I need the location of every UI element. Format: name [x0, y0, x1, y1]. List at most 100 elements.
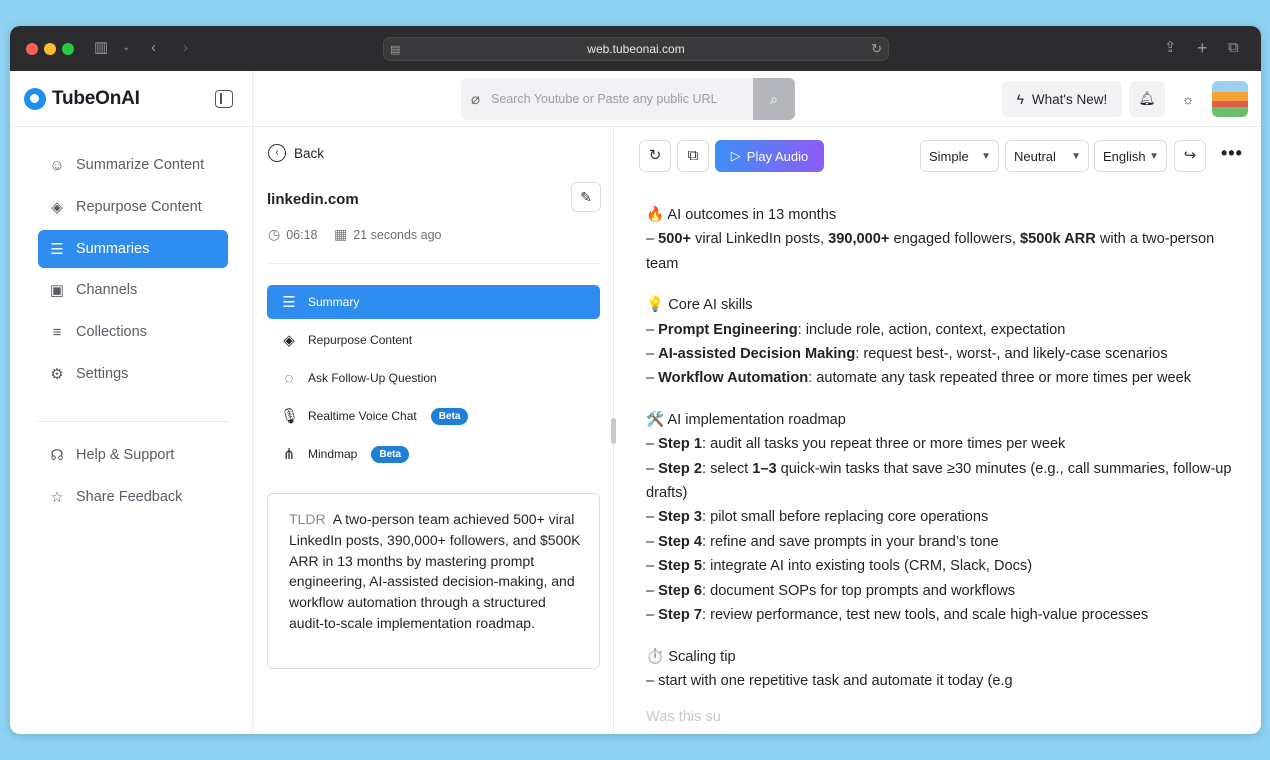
share-icon[interactable]: ⇪ — [1164, 39, 1177, 57]
summary-panel: ‹ Back linkedin.com ✎ ◷ 06:18 ▦ 21 secon… — [254, 128, 616, 734]
bell-icon: 🔔︎ — [1138, 91, 1156, 106]
line-text: – — [646, 533, 659, 550]
sidebar-item-share-feedback[interactable]: ☆ Share Feedback — [38, 478, 228, 516]
tab-summary[interactable]: ☰ Summary — [267, 285, 600, 319]
bold-text: 390,000+ — [828, 231, 890, 248]
sidebar-item-label: Summaries — [76, 241, 150, 257]
new-tab-icon[interactable]: + — [1197, 39, 1208, 57]
sidebar-item-collections[interactable]: ≡ Collections — [38, 313, 228, 351]
play-audio-label: Play Audio — [746, 148, 809, 164]
summary-line: – Step 1: audit all tasks you repeat thr… — [646, 432, 1236, 456]
headset-icon: ☊ — [50, 447, 64, 464]
tv-icon: ▣ — [49, 282, 65, 299]
tab-ask-follow-up[interactable]: ◌ Ask Follow-Up Question — [267, 361, 600, 395]
search-input[interactable] — [491, 88, 751, 110]
back-button[interactable]: ‹ Back — [268, 144, 324, 162]
beta-badge: Beta — [371, 445, 410, 463]
section-emoji-icon: 💡 — [646, 297, 669, 314]
tab-repurpose-content[interactable]: ◈ Repurpose Content — [267, 323, 600, 357]
browser-window: ▥ ⌄ ‹ › ▤ web.tubeonai.com ↻ ⇪ + ⧉ TubeO… — [10, 26, 1261, 734]
back-arrow-icon[interactable]: ‹ — [151, 39, 156, 57]
summary-line: – start with one repetitive task and aut… — [646, 669, 1236, 693]
mic-icon: 🎙︎ — [280, 408, 300, 425]
notifications-button[interactable]: 🔔︎ — [1129, 81, 1165, 117]
app: TubeOnAI ☺ Summarize Content ◈ Repurpose… — [10, 71, 1261, 734]
summary-text: 🔥 AI outcomes in 13 months – 500+ viral L… — [646, 203, 1236, 710]
tab-label: Mindmap — [308, 447, 358, 461]
sun-icon: ☼ — [1181, 91, 1195, 107]
chevron-left-icon: ‹ — [268, 144, 286, 162]
refresh-icon: ↻ — [648, 147, 662, 164]
summary-line: – Workflow Automation: automate any task… — [646, 366, 1236, 390]
line-text: – — [646, 582, 659, 599]
chevron-down-icon[interactable]: ⌄ — [122, 39, 130, 57]
section-emoji-icon: 🛠️ — [646, 411, 668, 428]
sidebar-item-summaries[interactable]: ☰ Summaries — [38, 230, 228, 268]
layers-icon: ◈ — [283, 332, 295, 349]
lightning-icon: ϟ — [1016, 91, 1024, 107]
line-text: : integrate AI into existing tools (CRM,… — [701, 558, 1033, 575]
style-select[interactable]: Simple ▼ — [920, 140, 999, 172]
sidebar-item-label: Repurpose Content — [76, 199, 202, 215]
tab-realtime-voice-chat[interactable]: 🎙︎ Realtime Voice Chat Beta — [267, 399, 600, 433]
bold-text: Step 5 — [658, 558, 702, 575]
sidebar-item-help-support[interactable]: ☊ Help & Support — [38, 436, 228, 474]
summary-line: – Step 3: pilot small before replacing c… — [646, 505, 1236, 529]
more-options-icon[interactable]: ••• — [1221, 144, 1243, 162]
sidebar-item-summarize-content[interactable]: ☺ Summarize Content — [38, 146, 228, 184]
beta-badge: Beta — [430, 407, 469, 425]
tab-label: Repurpose Content — [308, 333, 413, 347]
created-value: 21 seconds ago — [353, 227, 442, 242]
duration-value: 06:18 — [286, 227, 318, 242]
sidebar-item-label: Share Feedback — [76, 489, 183, 505]
calendar-icon: ▦ — [334, 226, 348, 242]
share-button[interactable]: ↪ — [1174, 140, 1206, 172]
tab-mindmap[interactable]: ⋔ Mindmap Beta — [267, 437, 600, 471]
star-icon: ☆ — [50, 489, 64, 506]
tab-label: Ask Follow-Up Question — [308, 371, 437, 385]
section-heading-text: AI implementation roadmap — [667, 411, 846, 428]
sidebar-item-channels[interactable]: ▣ Channels — [38, 271, 228, 309]
bold-text: Workflow Automation — [658, 370, 809, 387]
feedback-prompt: Was this su — [646, 709, 721, 725]
zoom-window-dot[interactable] — [62, 43, 74, 55]
sidebar-item-settings[interactable]: ⚙ Settings — [38, 355, 228, 393]
section-emoji-icon: 🔥 — [646, 207, 668, 223]
play-icon: ▷ — [730, 148, 741, 163]
copy-button[interactable]: ⧉ — [677, 140, 709, 172]
sidebar-toggle-icon[interactable]: ▥ — [94, 39, 108, 57]
paperclip-icon[interactable]: ⌀ — [471, 90, 480, 108]
minimize-window-dot[interactable] — [44, 43, 56, 55]
address-bar[interactable]: ▤ web.tubeonai.com ↻ — [383, 37, 889, 61]
line-text: : automate any task repeated three or mo… — [808, 370, 1192, 387]
bold-text: 1–3 — [752, 460, 777, 477]
summary-line: – Step 2: select 1–3 quick-win tasks tha… — [646, 457, 1236, 506]
summary-line: – Step 7: review performance, test new t… — [646, 603, 1236, 627]
close-window-dot[interactable] — [26, 43, 38, 55]
forward-arrow-icon[interactable]: › — [183, 39, 188, 57]
line-text: – start with one repetitive task and aut… — [646, 672, 1013, 689]
avatar[interactable] — [1212, 81, 1248, 117]
reload-icon[interactable]: ↻ — [871, 41, 882, 57]
regenerate-button[interactable]: ↻ — [639, 140, 671, 172]
lines-icon: ☰ — [50, 241, 64, 258]
section-heading: ⏱️ Scaling tip — [646, 645, 1236, 669]
whats-new-button[interactable]: ϟ What's New! — [1002, 81, 1122, 117]
theme-toggle-button[interactable]: ☼ — [1170, 81, 1206, 117]
search-button[interactable]: ⌕ — [753, 78, 795, 120]
edit-button[interactable]: ✎ — [571, 182, 601, 212]
line-text: – — [646, 558, 659, 575]
tab-overview-icon[interactable]: ⧉ — [1228, 39, 1239, 57]
summary-section: 💡 Core AI skills – Prompt Engineering: in… — [646, 293, 1236, 391]
line-text: : document SOPs for top prompts and work… — [701, 582, 1016, 599]
sidebar-item-label: Help & Support — [76, 447, 175, 463]
language-select[interactable]: English ▼ — [1094, 140, 1167, 172]
tone-select[interactable]: Neutral ▼ — [1005, 140, 1089, 172]
bold-text: Step 3 — [658, 509, 702, 526]
sidebar-item-repurpose-content[interactable]: ◈ Repurpose Content — [38, 188, 228, 226]
play-audio-button[interactable]: ▷ Play Audio — [715, 140, 824, 172]
section-heading-text: AI outcomes in 13 months — [667, 207, 837, 223]
bold-text: AI-assisted Decision Making — [658, 346, 856, 363]
summary-section: 🛠️ AI implementation roadmap – Step 1: au… — [646, 408, 1236, 628]
bold-text: Step 1 — [658, 436, 702, 453]
